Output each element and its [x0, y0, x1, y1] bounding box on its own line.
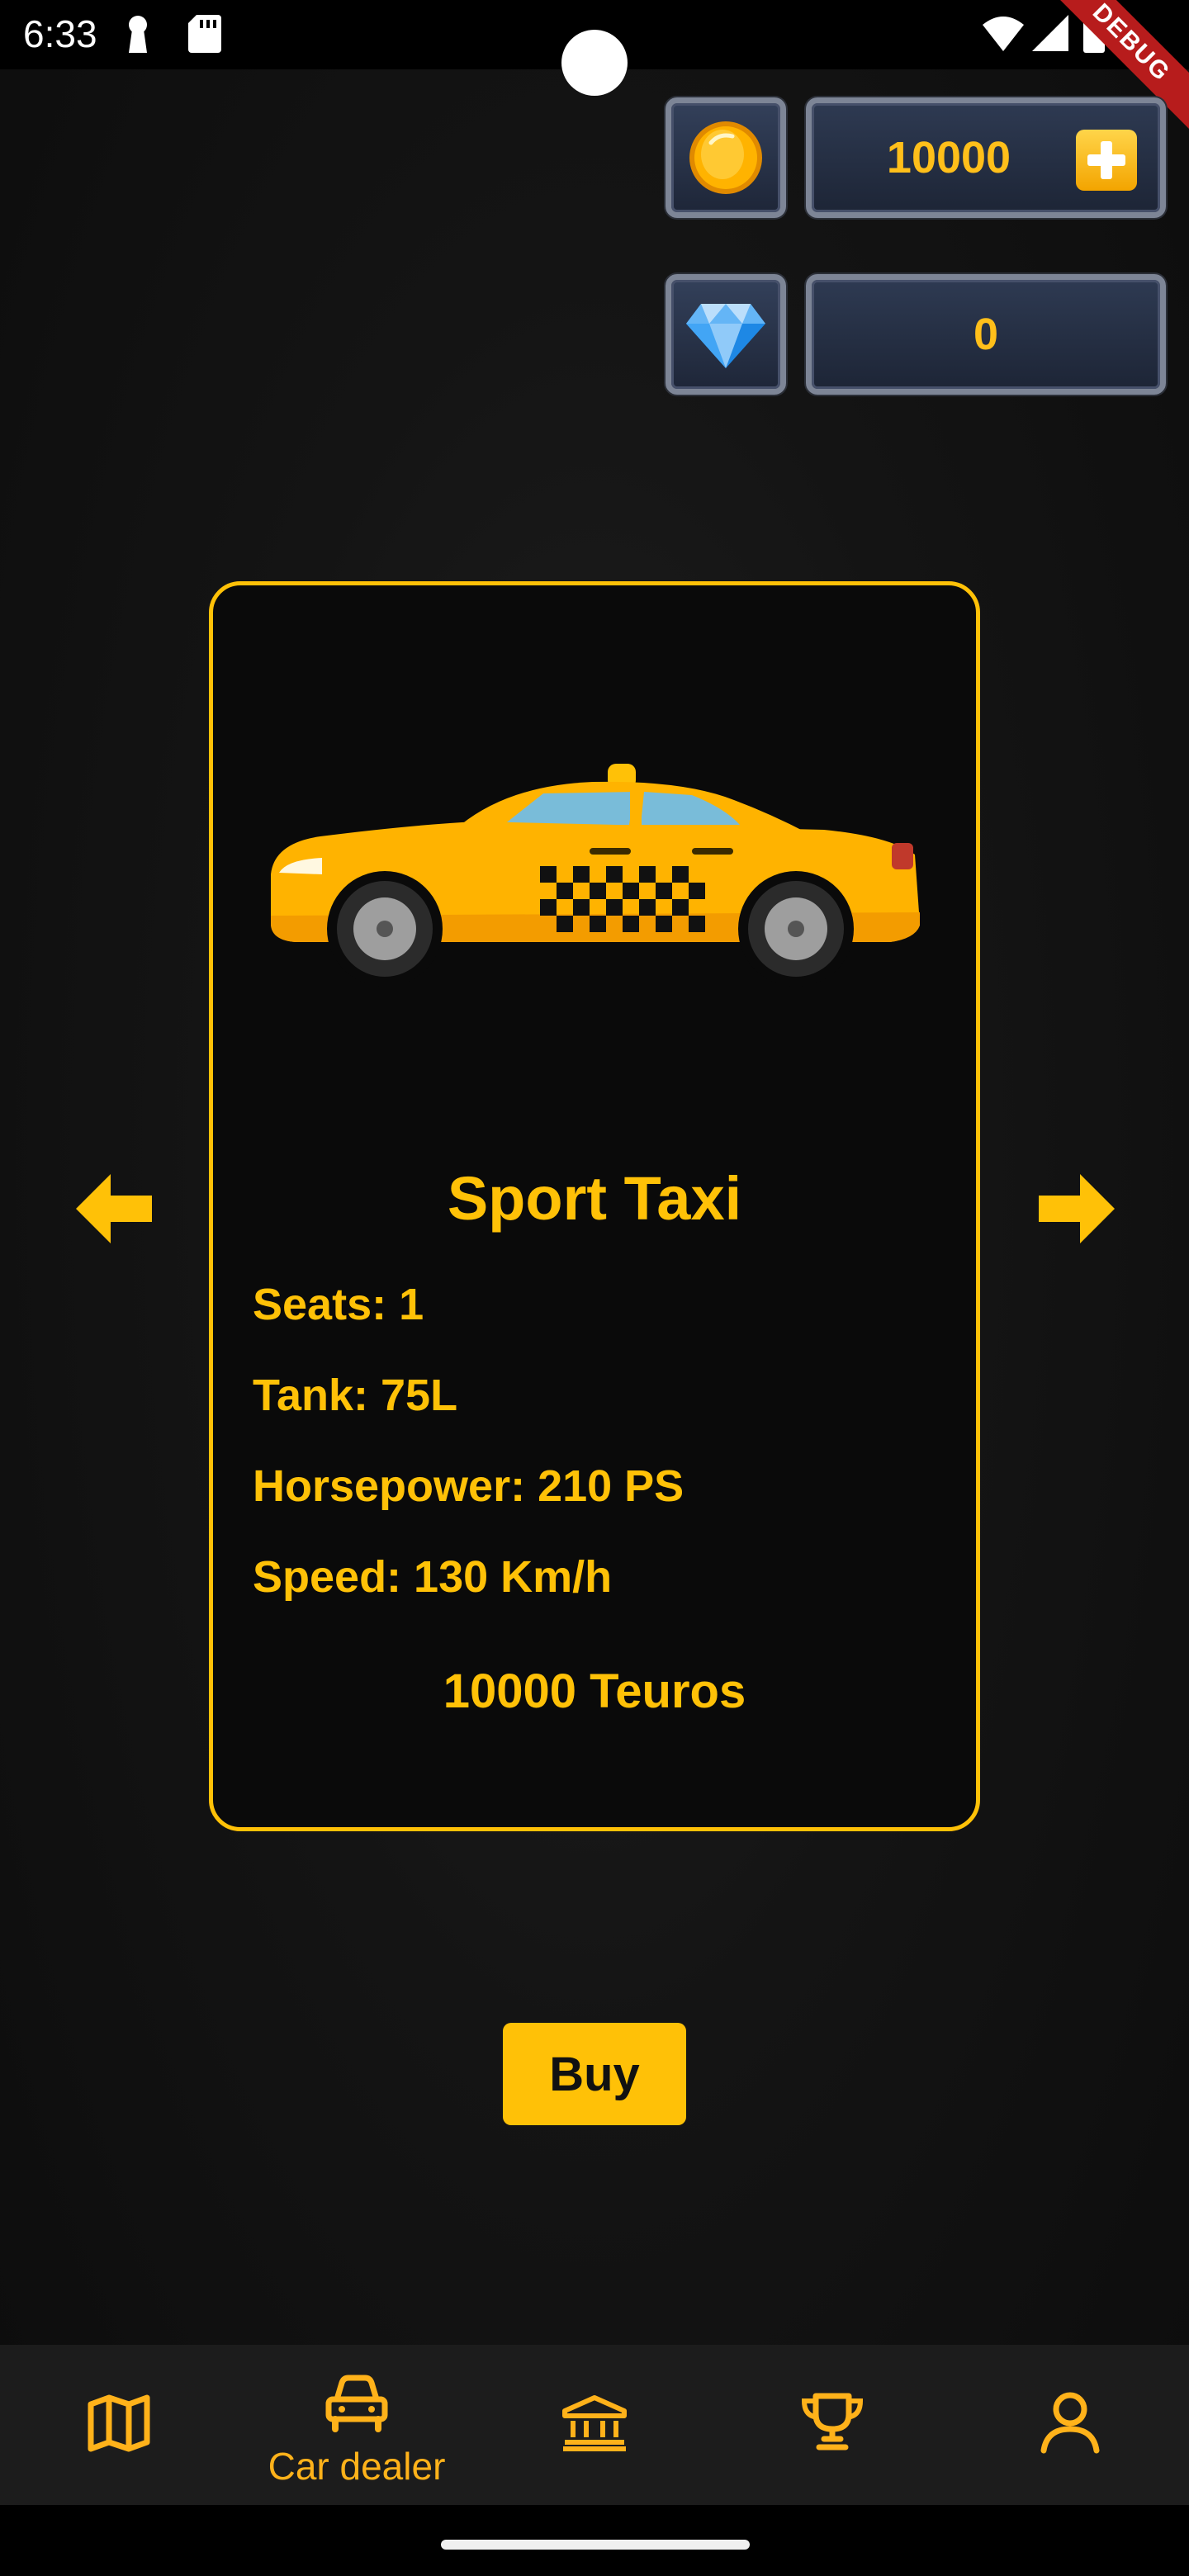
gem-value-frame: 0 — [806, 274, 1166, 395]
plus-icon — [1087, 141, 1125, 179]
map-icon — [88, 2394, 150, 2452]
status-time: 6:33 — [23, 12, 97, 55]
gem-icon-frame — [666, 274, 786, 395]
car-price: 10000 Teuros — [443, 1664, 746, 1718]
trophy-icon — [801, 2393, 864, 2451]
buy-button[interactable]: Buy — [503, 2023, 686, 2125]
car-icon — [325, 2375, 388, 2432]
car-dealer-screen: 6:33 DEBUG 10000 0 Sport Taxi Seats: 1 T… — [0, 0, 1189, 2576]
keyhole-icon — [126, 15, 150, 59]
diamond-icon — [686, 304, 765, 368]
nav-item-trophy[interactable] — [713, 2345, 951, 2505]
add-coins-button[interactable] — [1076, 130, 1137, 191]
signal-icon — [1032, 15, 1068, 55]
car-card: Sport Taxi Seats: 1 Tank: 75L Horsepower… — [209, 581, 980, 1831]
car-name: Sport Taxi — [447, 1164, 742, 1233]
spec-tank: Tank: 75L — [253, 1371, 458, 1420]
previous-car-button[interactable] — [73, 1167, 155, 1250]
profile-icon — [1040, 2392, 1100, 2454]
nav-item-profile[interactable] — [951, 2345, 1189, 2505]
nav-item-car-dealer[interactable]: Car dealer — [238, 2345, 476, 2505]
nav-item-map[interactable] — [0, 2345, 238, 2505]
arrow-right-icon — [1039, 1174, 1115, 1243]
arrow-left-icon — [76, 1174, 152, 1243]
coin-value-frame: 10000 — [806, 97, 1166, 218]
taxi-car-image — [271, 764, 920, 987]
camera-cutout — [561, 30, 628, 96]
coin-icon — [689, 121, 762, 194]
nav-item-bank[interactable] — [476, 2345, 713, 2505]
spec-horsepower: Horsepower: 210 PS — [253, 1461, 685, 1511]
sd-card-icon — [188, 15, 221, 57]
coin-balance: 10000 — [666, 97, 1166, 220]
wifi-icon — [983, 15, 1024, 55]
spec-speed: Speed: 130 Km/h — [253, 1552, 613, 1602]
nav-label-car-dealer: Car dealer — [268, 2445, 446, 2488]
gem-value: 0 — [973, 310, 999, 359]
gem-balance: 0 — [666, 274, 1166, 396]
bank-icon — [562, 2395, 627, 2451]
gesture-bar-area — [0, 2505, 1189, 2576]
status-bar: 6:33 DEBUG — [0, 0, 1189, 133]
spec-seats: Seats: 1 — [253, 1280, 424, 1329]
bottom-navigation: Car dealer — [0, 2345, 1189, 2505]
next-car-button[interactable] — [1035, 1167, 1118, 1250]
coin-icon-frame — [666, 97, 786, 218]
home-gesture-handle[interactable] — [441, 2540, 750, 2550]
